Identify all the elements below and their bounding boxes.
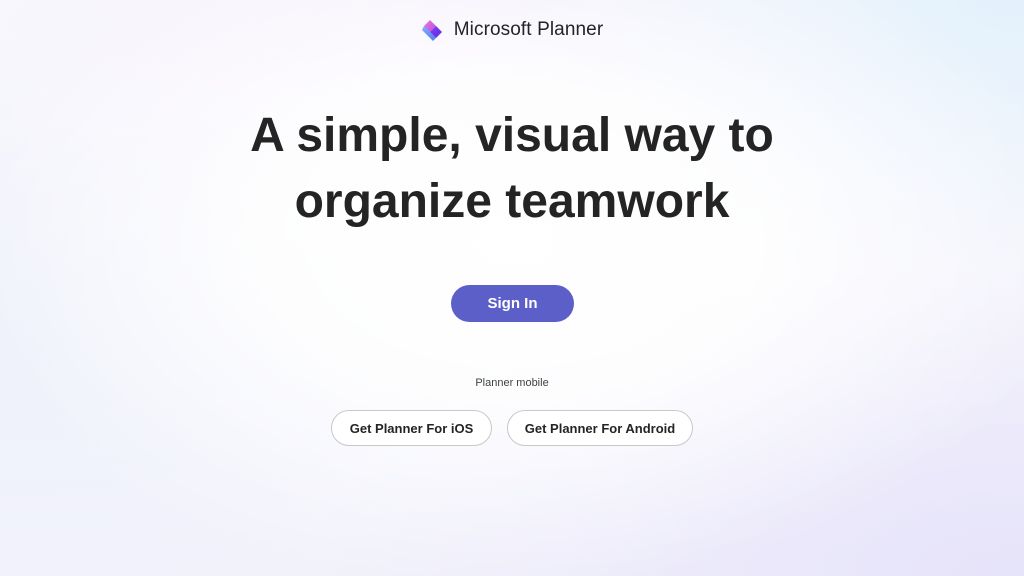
headline-line-1: A simple, visual way to: [250, 109, 774, 162]
planner-mobile-label: Planner mobile: [475, 377, 549, 389]
hero-headline: A simple, visual way to organize teamwor…: [0, 103, 1024, 235]
headline-line-2: organize teamwork: [294, 175, 730, 228]
app-header: Microsoft Planner: [0, 18, 1024, 42]
planner-logo-icon: [421, 18, 445, 42]
brand-name: Microsoft Planner: [453, 19, 604, 40]
sign-in-button[interactable]: Sign In: [451, 285, 574, 322]
get-planner-android-button[interactable]: Get Planner For Android: [507, 410, 693, 446]
get-planner-ios-button[interactable]: Get Planner For iOS: [331, 410, 492, 446]
